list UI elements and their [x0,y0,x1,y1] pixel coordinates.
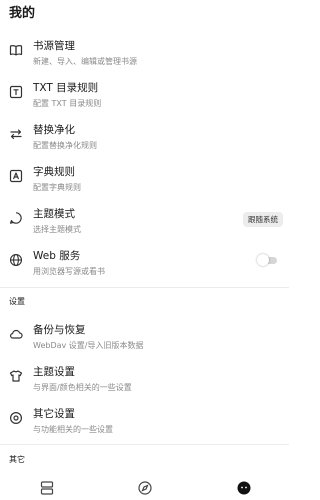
menu-item-title: 替换净化 [33,124,75,136]
menu-item-title: 主题设置 [33,366,75,378]
replace-icon [9,127,23,141]
menu-item-title: Web 服务 [33,250,81,262]
cloud-icon [9,327,23,341]
page-title: 我的 [9,6,36,21]
theme-mode-icon [9,211,23,225]
shirt-icon [9,369,23,383]
menu-item-title: 书源管理 [33,40,75,52]
bookshelf-icon [40,481,54,495]
toggle-thumb [257,254,269,266]
menu-item-theme-mode[interactable]: 主题模式 选择主题模式 跟随系统 [0,198,289,240]
menu-item-title: TXT 目录规则 [33,82,99,94]
menu-item-replace[interactable]: 替换净化 配置替换净化规则 [0,114,289,156]
compass-icon [138,481,152,495]
menu-item-other-settings[interactable]: 其它设置 与功能相关的一些设置 [0,398,289,440]
menu-item-subtitle: WebDav 设置/导入旧版本数据 [33,341,144,350]
bottom-navigation [0,476,289,500]
menu-item-web-service[interactable]: Web 服务 用浏览器写源或看书 [0,240,289,282]
menu-item-backup-restore[interactable]: 备份与恢复 WebDav 设置/导入旧版本数据 [0,314,289,356]
menu-item-title: 主题模式 [33,208,75,220]
globe-icon [9,253,23,267]
nav-discover-button[interactable] [137,480,153,496]
nav-profile-button[interactable] [236,480,252,496]
settings-icon [9,411,23,425]
menu-item-theme-settings[interactable]: 主题设置 与界面/颜色相关的一些设置 [0,356,289,398]
menu-item-subtitle: 与界面/颜色相关的一些设置 [33,383,132,392]
menu-item-title: 其它设置 [33,408,75,420]
menu-item-subtitle: 选择主题模式 [33,225,81,234]
profile-icon [237,481,251,495]
dictionary-icon [9,169,23,183]
web-service-toggle[interactable] [257,254,279,266]
menu-item-subtitle: 配置替换净化规则 [33,141,97,150]
txt-icon [9,85,23,99]
section-header-settings: 设置 [9,297,25,306]
section-divider [0,444,289,445]
menu-item-title: 字典规则 [33,166,75,178]
menu-item-subtitle: 配置 TXT 目录规则 [33,99,102,108]
menu-item-subtitle: 新建、导入、编辑或管理书源 [33,57,137,66]
book-icon [9,43,23,57]
section-header-other: 其它 [9,455,25,464]
nav-bookshelf-button[interactable] [39,480,55,496]
section-divider [0,287,289,288]
menu-item-subtitle: 与功能相关的一些设置 [33,425,113,434]
menu-item-subtitle: 用浏览器写源或看书 [33,267,105,276]
menu-item-book-source[interactable]: 书源管理 新建、导入、编辑或管理书源 [0,30,289,72]
menu-item-dictionary[interactable]: 字典规则 配置字典规则 [0,156,289,198]
menu-item-txt-rules[interactable]: TXT 目录规则 配置 TXT 目录规则 [0,72,289,114]
menu-item-subtitle: 配置字典规则 [33,183,81,192]
menu-item-title: 备份与恢复 [33,324,86,336]
theme-mode-chip[interactable]: 跟随系统 [243,212,283,227]
